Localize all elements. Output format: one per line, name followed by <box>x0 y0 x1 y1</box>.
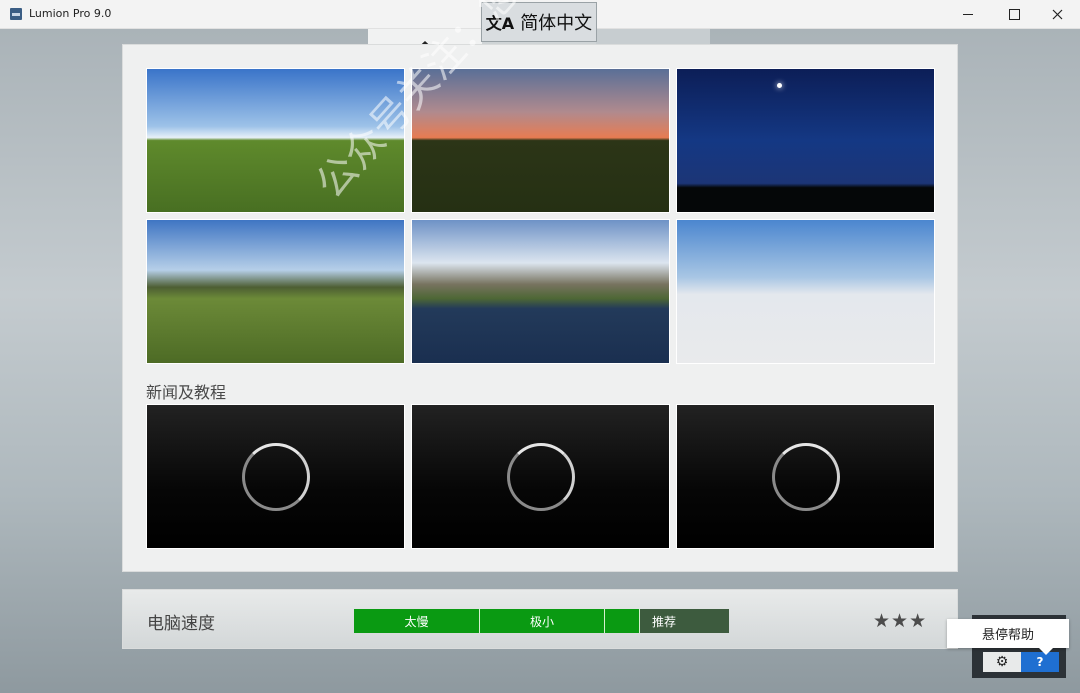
hover-help-tooltip: 悬停帮助 <box>947 619 1069 655</box>
meter-segment: 太慢 <box>354 609 480 633</box>
minimize-button[interactable] <box>945 0 991 29</box>
scene-sunny-grass[interactable] <box>146 68 405 213</box>
news-video[interactable] <box>676 404 935 549</box>
news-video[interactable] <box>146 404 405 549</box>
computer-speed-bar: 电脑速度 太慢 极小 推荐 ★★★ <box>122 589 958 649</box>
scene-white-plain[interactable] <box>676 219 935 364</box>
meter-segment: 推荐 <box>640 609 729 633</box>
language-selector[interactable]: 文A 简体中文 <box>481 2 597 42</box>
scene-lake-mountains[interactable] <box>411 219 670 364</box>
loading-spinner-icon <box>506 442 575 511</box>
speed-label: 电脑速度 <box>147 614 215 634</box>
start-panel: 新闻及教程 <box>122 44 958 572</box>
close-button[interactable] <box>1034 0 1080 29</box>
scene-hills-grass[interactable] <box>146 219 405 364</box>
meter-segment: 极小 <box>480 609 605 633</box>
news-title: 新闻及教程 <box>146 383 227 402</box>
speed-meter: 太慢 极小 推荐 <box>354 609 729 633</box>
app-icon <box>10 8 22 20</box>
window-title: Lumion Pro 9.0 <box>29 7 112 20</box>
meter-segment <box>605 609 640 633</box>
scene-night[interactable] <box>676 68 935 213</box>
news-video[interactable] <box>411 404 670 549</box>
performance-stars: ★★★ <box>873 610 928 632</box>
language-label: 简体中文 <box>520 13 593 34</box>
translate-icon: 文A <box>485 14 515 33</box>
close-icon <box>1052 9 1062 20</box>
star-dot <box>777 83 782 88</box>
loading-spinner-icon <box>241 442 310 511</box>
settings-button[interactable]: ⚙ <box>983 652 1021 672</box>
maximize-button[interactable] <box>991 0 1037 29</box>
scene-sunset[interactable] <box>411 68 670 213</box>
help-button[interactable]: ? <box>1021 652 1059 672</box>
loading-spinner-icon <box>771 442 840 511</box>
gear-icon: ⚙ <box>995 654 1009 670</box>
